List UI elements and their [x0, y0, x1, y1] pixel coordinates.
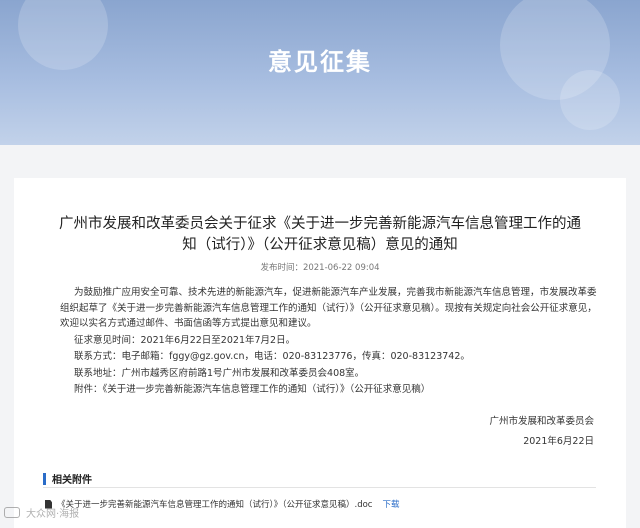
- attachment-filename[interactable]: 《关于进一步完善新能源汽车信息管理工作的通知（试行）》（公开征求意见稿）.doc: [57, 498, 372, 510]
- heading-accent-bar: [43, 472, 46, 485]
- article-paragraph: 为鼓励推广应用安全可靠、技术先进的新能源汽车，促进新能源汽车产业发展，完善我市新…: [60, 287, 597, 329]
- watermark-logo-icon: [4, 507, 20, 518]
- attachments-heading: 相关附件: [43, 471, 92, 486]
- attachments-heading-label: 相关附件: [52, 475, 92, 486]
- banner-flower-decoration: [560, 70, 620, 130]
- download-link[interactable]: 下载: [382, 498, 399, 510]
- banner-title: 意见征集: [268, 48, 372, 76]
- article-card: 广州市发展和改革委员会关于征求《关于进一步完善新能源汽车信息管理工作的通知（试行…: [14, 178, 626, 528]
- attachment-note: 附件：《关于进一步完善新能源汽车信息管理工作的通知（试行）》（公开征求意见稿）: [74, 384, 431, 395]
- attachment-item: 《关于进一步完善新能源汽车信息管理工作的通知（试行）》（公开征求意见稿）.doc…: [45, 498, 400, 510]
- watermark-text: 大众网·海报: [26, 509, 80, 520]
- contact-info: 联系方式：电子邮箱：fggy@gz.gov.cn，电话：020-83123776…: [74, 351, 470, 362]
- solicit-period: 征求意见时间：2021年6月22日至2021年7月2日。: [74, 334, 296, 346]
- page-banner: 意见征集: [0, 0, 640, 145]
- article-title: 广州市发展和改革委员会关于征求《关于进一步完善新能源汽车信息管理工作的通知（试行…: [59, 216, 581, 253]
- attachments-divider: [43, 487, 596, 488]
- article-body: 为鼓励推广应用安全可靠、技术先进的新能源汽车，促进新能源汽车产业发展，完善我市新…: [60, 285, 600, 399]
- publish-time: 发布时间：2021-06-22 09:04: [260, 263, 380, 273]
- signature-block: 广州市发展和改革委员会 2021年6月22日: [489, 412, 594, 452]
- sign-date: 2021年6月22日: [523, 436, 594, 447]
- contact-address: 联系地址：广州市越秀区府前路1号广州市发展和改革委员会408室。: [74, 367, 365, 379]
- watermark: 大众网·海报: [4, 505, 79, 520]
- sign-organization: 广州市发展和改革委员会: [489, 416, 594, 427]
